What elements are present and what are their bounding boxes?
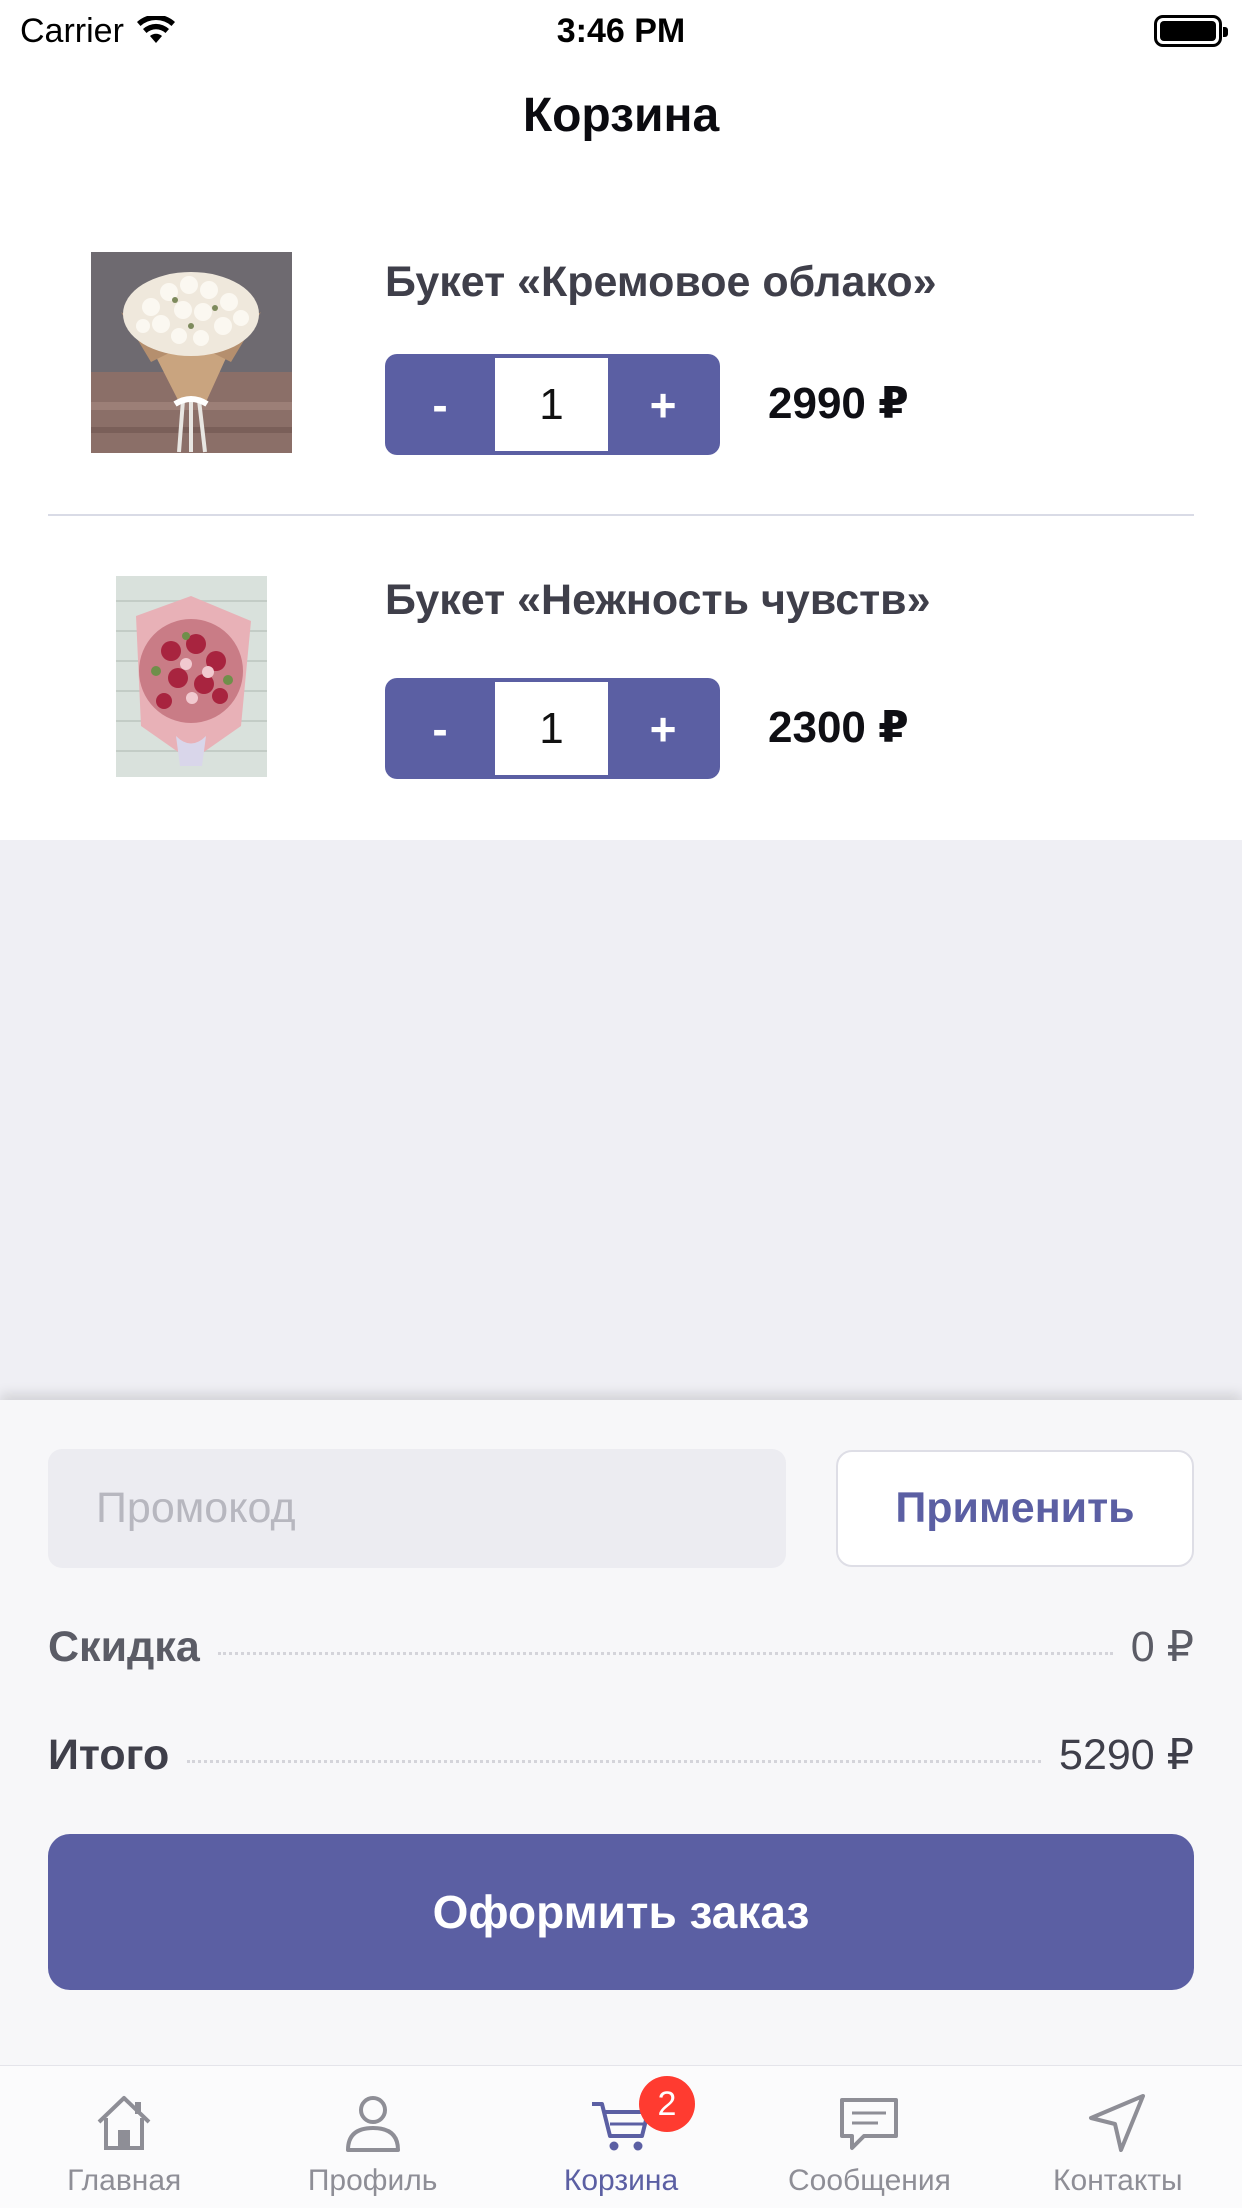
- bouquet-image: [91, 252, 292, 453]
- tab-messages[interactable]: Сообщения: [745, 2066, 993, 2208]
- quantity-stepper: - 1 +: [385, 354, 720, 455]
- tab-label: Корзина: [563, 2164, 679, 2197]
- discount-label: Скидка: [48, 1623, 200, 1671]
- item-price: 2300 ₽: [768, 703, 909, 752]
- tab-profile[interactable]: Профиль: [248, 2066, 496, 2208]
- status-time: 3:46 PM: [556, 11, 686, 50]
- checkout-button[interactable]: Оформить заказ: [48, 1834, 1194, 1990]
- increase-button[interactable]: +: [608, 354, 718, 455]
- empty-area: [0, 840, 1242, 1400]
- tab-bar: Главная Профиль 2 Корзина Сообщения Конт…: [0, 2065, 1242, 2208]
- status-bar: Carrier 3:46 PM: [0, 0, 1242, 62]
- tab-label: Профиль: [307, 2164, 438, 2197]
- increase-button[interactable]: +: [608, 678, 718, 779]
- divider: [48, 514, 1194, 516]
- tab-home[interactable]: Главная: [0, 2066, 248, 2208]
- tab-label: Контакты: [1053, 2164, 1183, 2197]
- tab-cart[interactable]: 2 Корзина: [497, 2066, 745, 2208]
- dotted-leader: [187, 1760, 1042, 1763]
- item-title: Букет «Кремовое облако»: [385, 258, 937, 306]
- quantity-value[interactable]: 1: [495, 682, 608, 775]
- item-price: 2990 ₽: [768, 379, 909, 428]
- total-row: Итого 5290 ₽: [48, 1730, 1194, 1780]
- page-title: Корзина: [522, 89, 720, 142]
- tab-contacts[interactable]: Контакты: [994, 2066, 1242, 2208]
- dotted-leader: [217, 1652, 1113, 1655]
- tab-label: Главная: [67, 2164, 182, 2197]
- quantity-stepper: - 1 +: [385, 678, 720, 779]
- decrease-button[interactable]: -: [385, 354, 495, 455]
- cart-list: Букет «Кремовое облако» - 1 + 2990 ₽ Бук…: [0, 200, 1242, 840]
- checkout-panel: Применить Скидка 0 ₽ Итого 5290 ₽ Оформи…: [0, 1400, 1242, 2065]
- total-value: 5290 ₽: [1059, 1731, 1194, 1779]
- messages-icon: [840, 2098, 899, 2150]
- promo-code-input[interactable]: [48, 1449, 786, 1568]
- location-arrow-icon: [1088, 2094, 1145, 2152]
- item-title: Букет «Нежность чувств»: [385, 576, 931, 624]
- tab-label: Сообщения: [788, 2164, 951, 2197]
- cart-count-badge: 2: [639, 2076, 696, 2132]
- discount-value: 0 ₽: [1130, 1623, 1194, 1671]
- cart-item[interactable]: Букет «Нежность чувств» - 1 + 2300 ₽: [0, 522, 1242, 840]
- total-label: Итого: [48, 1731, 170, 1779]
- discount-row: Скидка 0 ₽: [48, 1622, 1194, 1672]
- home-icon: [97, 2096, 151, 2150]
- carrier-label: Carrier: [20, 11, 124, 50]
- quantity-value[interactable]: 1: [495, 358, 608, 451]
- cart-item[interactable]: Букет «Кремовое облако» - 1 + 2990 ₽: [0, 200, 1242, 522]
- battery-icon: [1154, 15, 1228, 47]
- decrease-button[interactable]: -: [385, 678, 495, 779]
- profile-icon: [345, 2096, 400, 2152]
- status-left: Carrier: [20, 12, 176, 51]
- bouquet-image: [116, 576, 267, 777]
- wifi-icon: [136, 16, 175, 43]
- apply-promo-button[interactable]: Применить: [836, 1450, 1194, 1567]
